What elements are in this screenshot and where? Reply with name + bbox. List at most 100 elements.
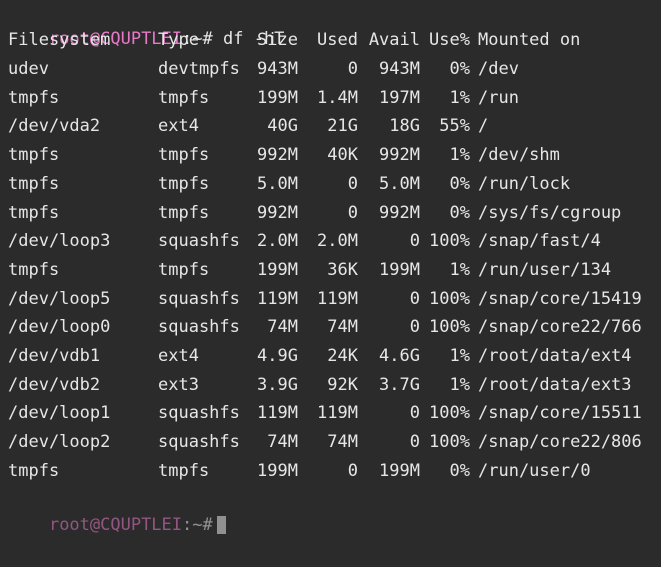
cell-avail: 0 — [409, 432, 420, 453]
cell-size: 943M — [257, 59, 298, 79]
cell-size: 5.0M — [257, 173, 298, 194]
cell-type: tmpfs — [158, 87, 210, 108]
cell-use-percent: 55% — [439, 116, 470, 137]
table-row: /dev/vdb1 ext4 4.9G 24K 4.6G 1% /root/data/ext… — [8, 342, 658, 370]
table-row: /dev/vda2 ext4 40G 21G 18G 55% / — [8, 112, 658, 140]
cell-use-percent: 1% — [449, 374, 470, 395]
cell-avail: 0 — [409, 317, 420, 338]
cell-used: 40K — [327, 145, 358, 166]
cell-type: tmpfs — [158, 202, 210, 223]
cell-mounted-on: /root/data/ext4 — [478, 346, 632, 366]
cell-avail: 199M — [379, 259, 420, 280]
table-row: /dev/loop1 squashfs 119M 119M 0 100%/snap/cor… — [8, 399, 658, 427]
cell-type: tmpfs — [158, 173, 210, 194]
cell-mounted-on: /dev — [478, 59, 519, 79]
cell-size: 3.9G — [257, 374, 298, 395]
cell-type: ext4 — [158, 116, 199, 137]
cell-used: 1.4M — [317, 87, 358, 108]
cell-avail: 0 — [409, 231, 420, 252]
table-header: Filesystem Type Size Used Avail Use% Mou… — [8, 26, 658, 54]
cell-size: 119M — [257, 288, 298, 309]
cell-use-percent: 0% — [449, 460, 470, 481]
cell-use-percent: 1% — [449, 346, 470, 366]
cell-used: 74M — [327, 317, 358, 338]
cell-filesystem: tmpfs — [8, 87, 60, 108]
cell-mounted-on: /run/user/0 — [478, 460, 591, 481]
cell-filesystem: /dev/vdb1 — [8, 346, 101, 366]
cell-use-percent: 1% — [449, 87, 470, 108]
cell-mounted-on: /snap/core22/766 — [478, 317, 642, 338]
cell-avail: 992M — [379, 145, 420, 166]
table-row: tmpfs tmpfs 992M 0 992M 0% /sys/fs/cgroup — [8, 199, 658, 227]
header-mounted-on: Mounted on — [478, 30, 581, 50]
cell-used: 74M — [327, 432, 358, 453]
cell-use-percent: 0% — [449, 59, 470, 79]
cell-used: 0 — [347, 173, 358, 194]
cell-filesystem: /dev/loop0 — [8, 317, 111, 338]
cell-used: 0 — [347, 202, 358, 223]
cell-mounted-on: / — [478, 116, 489, 137]
cell-used: 92K — [327, 374, 358, 395]
cell-size: 199M — [257, 87, 298, 108]
table-row: tmpfs tmpfs 199M 36K 199M 1% /run/user/134 — [8, 256, 658, 284]
cell-use-percent: 0% — [449, 173, 470, 194]
text-cursor — [216, 516, 226, 534]
cell-avail: 0 — [409, 288, 420, 309]
cell-size: 40G — [267, 116, 298, 137]
cell-used: 119M — [317, 288, 358, 309]
header-size: Size — [257, 30, 298, 50]
cell-used: 0 — [347, 59, 358, 79]
cell-used: 119M — [317, 403, 358, 424]
cell-filesystem: udev — [8, 59, 49, 79]
table-row: tmpfs tmpfs 992M 40K 992M 1% /dev/shm — [8, 141, 658, 169]
cell-avail: 992M — [379, 202, 420, 223]
cell-filesystem: /dev/loop3 — [8, 231, 111, 252]
cell-used: 36K — [327, 259, 358, 280]
table-row: udev devtmpfs 943M 0 943M 0%/dev — [8, 55, 658, 83]
cell-avail: 197M — [379, 87, 420, 108]
table-row: tmpfs tmpfs 199M 0 199M 0% /run/user/0 — [8, 457, 658, 485]
table-row: /dev/loop2 squashfs 74M 74M 0 100%/snap/core2… — [8, 428, 658, 456]
command-line: root@CQUPTLEI:~# df -hT — [8, 0, 284, 49]
cell-use-percent: 100% — [429, 432, 470, 453]
header-used: Used — [317, 30, 358, 50]
cell-mounted-on: /snap/core22/806 — [478, 432, 642, 453]
cell-size: 992M — [257, 145, 298, 166]
cell-filesystem: tmpfs — [8, 173, 60, 194]
cell-size: 992M — [257, 202, 298, 223]
cell-mounted-on: /dev/shm — [478, 145, 560, 166]
table-row: /dev/loop3 squashfs 2.0M 2.0M 0 100%/snap/fas… — [8, 227, 658, 255]
cell-size: 4.9G — [257, 346, 298, 366]
cell-avail: 0 — [409, 403, 420, 424]
cell-mounted-on: /run/user/134 — [478, 259, 612, 280]
cell-filesystem: /dev/loop2 — [8, 432, 111, 453]
cell-mounted-on: /sys/fs/cgroup — [478, 202, 622, 223]
cell-mounted-on: /root/data/ext3 — [478, 374, 632, 395]
cell-avail: 3.7G — [379, 374, 420, 395]
cell-filesystem: tmpfs — [8, 259, 60, 280]
terminal-window[interactable]: root@CQUPTLEI:~# df -hT Filesystem Type … — [0, 0, 661, 535]
cell-type: tmpfs — [158, 145, 210, 166]
table-row: tmpfs tmpfs 199M 1.4M 197M 1% /run — [8, 84, 658, 112]
cell-filesystem: tmpfs — [8, 202, 60, 223]
cell-use-percent: 1% — [449, 259, 470, 280]
header-avail: Avail — [368, 30, 420, 50]
cell-type: ext4 — [158, 346, 199, 366]
cell-filesystem: /dev/loop1 — [8, 403, 111, 424]
header-use-percent: Use% — [429, 30, 470, 50]
cell-mounted-on: /snap/core/15419 — [478, 288, 642, 309]
table-row: /dev/loop0 squashfs 74M 74M 0 100%/snap/core2… — [8, 313, 658, 341]
cell-avail: 943M — [379, 59, 420, 79]
cell-size: 74M — [267, 317, 298, 338]
cell-used: 0 — [347, 460, 358, 481]
next-prompt-directory: :~ — [182, 515, 203, 535]
cell-use-percent: 100% — [429, 288, 470, 309]
cell-type: tmpfs — [158, 460, 210, 481]
next-prompt-user-host: root@CQUPTLEI — [48, 515, 183, 535]
cell-mounted-on: /snap/core/15511 — [478, 403, 642, 424]
cell-use-percent: 1% — [449, 145, 470, 166]
cell-used: 2.0M — [317, 231, 358, 252]
cell-used: 24K — [327, 346, 358, 366]
cell-avail: 4.6G — [379, 346, 420, 366]
cell-filesystem: /dev/vda2 — [8, 116, 101, 137]
